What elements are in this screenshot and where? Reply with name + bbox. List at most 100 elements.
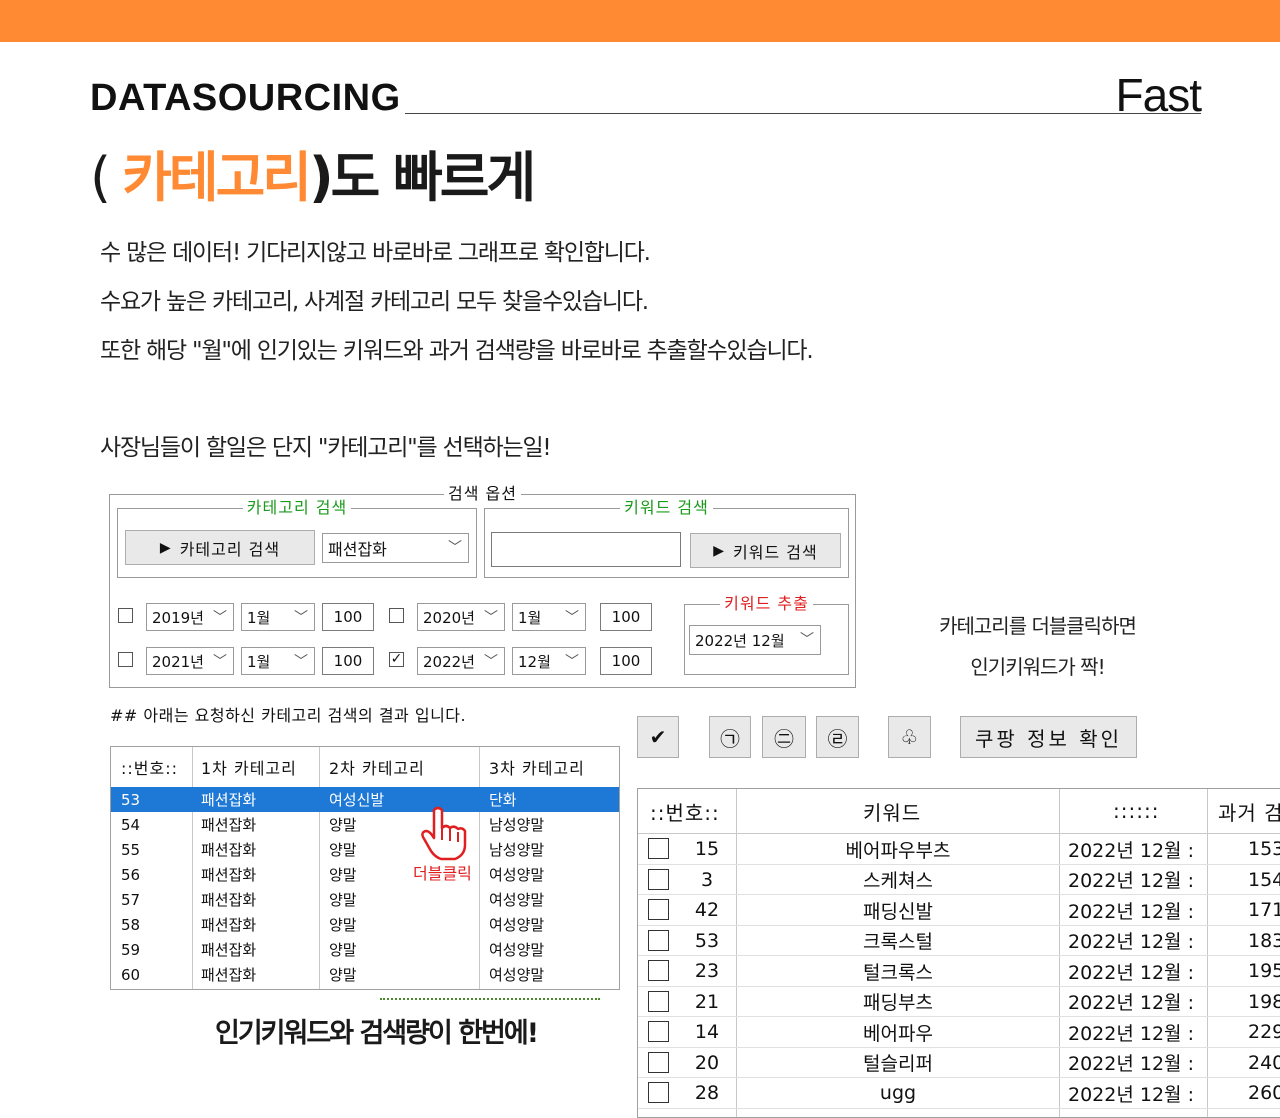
table-cell: 55 (121, 840, 141, 859)
row-checkbox[interactable] (648, 868, 669, 890)
coupang-info-button[interactable]: 쿠팡 정보 확인 (960, 716, 1137, 758)
table-row[interactable]: 28 ugg 2022년 12월 : 260 (638, 1078, 1280, 1109)
column-header-month[interactable]: :::::: (1113, 789, 1159, 833)
row-checkbox[interactable] (648, 1051, 669, 1073)
filter-button-3[interactable]: ㉣ (816, 716, 859, 758)
table-row[interactable]: 20 털슬리퍼 2022년 12월 : 240 (638, 1048, 1280, 1078)
row-checkbox[interactable] (648, 960, 669, 981)
table-cell: 53 (121, 790, 141, 809)
table-row[interactable]: 57 패션잡화 양말 여성양말 (111, 887, 619, 912)
year-select-value: 2022년 (423, 652, 475, 671)
count-input-2019[interactable]: 100 (322, 603, 374, 631)
table-cell: 패션잡화 (201, 966, 257, 984)
row-checkbox[interactable] (648, 990, 669, 1012)
keyword-result-table: ::번호:: 키워드 :::::: 과거 검 15 베어파우부츠 2022년 12월… (637, 788, 1280, 1118)
table-row[interactable]: 15 베어파우부츠 2022년 12월 : 153 (638, 834, 1280, 865)
table-row[interactable]: 14 베어파우 2022년 12월 : 229 (638, 1017, 1280, 1048)
period-checkbox-2020[interactable] (389, 608, 404, 623)
chevron-down-icon: ﹀ (484, 654, 498, 670)
row-checkbox[interactable] (648, 899, 669, 920)
month-select-2020[interactable]: 1월 ﹀ (512, 603, 586, 631)
year-select-2019[interactable]: 2019년 ﹀ (146, 603, 234, 631)
table-cell: 3 (700, 868, 714, 891)
column-header-number[interactable]: ::번호:: (121, 747, 178, 787)
keyword-search-button[interactable]: ▶ 키워드 검색 (690, 533, 841, 568)
table-cell: 패션잡화 (201, 866, 257, 884)
check-icon: ✔ (649, 725, 667, 749)
category-result-table: ::번호:: 1차 카테고리 2차 카테고리 3차 카테고리 53 패션잡화 여성신… (110, 746, 620, 990)
month-select-value: 12월 (518, 652, 551, 671)
table-cell: 229 (1248, 1021, 1280, 1043)
table-row[interactable]: 21 패딩부츠 2022년 12월 : 198 (638, 987, 1280, 1017)
category-select[interactable]: 패션잡화 ﹀ (322, 533, 469, 563)
table-cell: 154 (1248, 868, 1280, 891)
chevron-down-icon: ﹀ (294, 654, 308, 670)
filter-button-1[interactable]: ㉠ (709, 716, 751, 758)
column-header-cat3[interactable]: 3차 카테고리 (489, 747, 585, 787)
table-row[interactable]: 53 패션잡화 여성신발 단화 (111, 787, 619, 812)
pointer-hand-icon (421, 806, 467, 861)
period-checkbox-2021[interactable] (118, 652, 133, 667)
table-cell: 양말 (329, 891, 357, 909)
year-select-value: 2021년 (152, 652, 204, 671)
year-select-2020[interactable]: 2020년 ﹀ (417, 603, 505, 631)
table-row[interactable]: 56 패션잡화 양말 여성양말 (111, 862, 619, 887)
table-cell: 크록스털 (863, 931, 933, 953)
tagline: Fast (1115, 69, 1202, 121)
count-input-2021[interactable]: 100 (322, 647, 374, 675)
year-select-2022[interactable]: 2022년 ﹀ (417, 647, 505, 675)
period-checkbox-2019[interactable] (118, 608, 133, 623)
month-select-2022[interactable]: 12월 ﹀ (512, 647, 586, 675)
headline-rest: )도 빠르게 (308, 146, 536, 209)
boss-note: 사장님들이 할일은 단지 "카테고리"를 선택하는일! (100, 435, 552, 461)
circled-number-icon: ㊁ (774, 726, 794, 751)
table-row[interactable]: 60 패션잡화 양말 여성양말 (111, 962, 619, 987)
table-cell: 198 (1248, 990, 1280, 1013)
year-select-2021[interactable]: 2021년 ﹀ (146, 647, 234, 675)
brand-title: DATASOURCING (90, 77, 401, 119)
table-row[interactable]: 55 패션잡화 양말 남성양말 (111, 837, 619, 862)
count-input-2020[interactable]: 100 (600, 603, 652, 631)
description-line-3: 또한 해당 "월"에 인기있는 키워드와 과거 검색량을 바로바로 추출할수있습… (100, 338, 814, 364)
row-checkbox[interactable] (648, 1021, 669, 1042)
period-checkbox-2022[interactable]: ✓ (389, 652, 404, 667)
column-header-cat1[interactable]: 1차 카테고리 (201, 747, 297, 787)
table-cell: 153 (1248, 838, 1280, 860)
month-select-value: 1월 (518, 608, 542, 627)
table-row[interactable]: 53 크록스털 2022년 12월 : 183 (638, 926, 1280, 956)
month-select-2021[interactable]: 1월 ﹀ (241, 647, 315, 675)
table-cell: 여성신발 (329, 791, 385, 809)
month-select-2019[interactable]: 1월 ﹀ (241, 603, 315, 631)
table-row[interactable]: 54 패션잡화 양말 남성양말 (111, 812, 619, 837)
category-search-button[interactable]: ▶ 카테고리 검색 (125, 530, 315, 565)
table-cell: 2022년 12월 : (1068, 931, 1194, 953)
column-header-past-volume[interactable]: 과거 검 (1218, 789, 1280, 833)
table-row[interactable]: 3 스케쳐스 2022년 12월 : 154 (638, 865, 1280, 895)
row-checkbox[interactable] (648, 838, 669, 859)
side-note-line-2: 인기키워드가 짝! (970, 655, 1105, 679)
keyword-input[interactable] (491, 532, 681, 567)
table-cell: 털슬리퍼 (863, 1053, 933, 1075)
extract-month-select[interactable]: 2022년 12월 ﹀ (689, 625, 821, 655)
result-note: ## 아래는 요청하신 카테고리 검색의 결과 입니다. (110, 706, 467, 725)
table-cell: 남성양말 (489, 816, 545, 834)
column-header-keyword[interactable]: 키워드 (863, 789, 921, 833)
category-select-value: 패션잡화 (328, 540, 387, 559)
table-row[interactable]: 23 털크록스 2022년 12월 : 195 (638, 956, 1280, 987)
column-header-number[interactable]: ::번호:: (650, 789, 720, 833)
circled-letter-icon: ㉣ (827, 726, 848, 751)
dotted-divider (380, 998, 600, 1002)
table-cell: 23 (694, 960, 720, 982)
filter-button-2[interactable]: ㊁ (762, 716, 806, 758)
check-all-button[interactable]: ✔ (637, 716, 679, 758)
table-cell: 2022년 12월 : (1068, 961, 1194, 984)
table-row[interactable]: 59 패션잡화 양말 여성양말 (111, 937, 619, 962)
column-header-cat2[interactable]: 2차 카테고리 (329, 747, 425, 787)
chevron-down-icon: ﹀ (565, 610, 579, 626)
filter-button-4[interactable]: ♧ (888, 716, 931, 758)
count-input-2022[interactable]: 100 (600, 647, 652, 675)
table-row[interactable]: 58 패션잡화 양말 여성양말 (111, 912, 619, 937)
table-cell: 260 (1248, 1082, 1280, 1104)
row-checkbox[interactable] (648, 929, 669, 951)
table-row[interactable]: 42 패딩신발 2022년 12월 : 171 (638, 895, 1280, 926)
